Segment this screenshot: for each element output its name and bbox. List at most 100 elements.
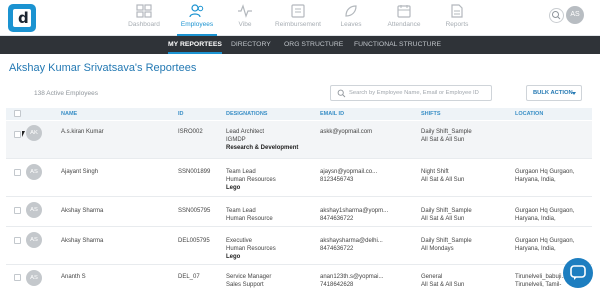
employee-name[interactable]: A.s.kiran Kumar <box>61 128 104 136</box>
nav-label: Vibe <box>238 21 252 28</box>
email-cell: askk@yopmail.com <box>320 128 372 136</box>
sub-navigation: MY REPORTEES DIRECTORY ORG STRUCTURE FUN… <box>0 36 600 54</box>
location-cell: Gurgaon Hq Gurgaon, Haryana, India, <box>515 207 574 223</box>
nav-item-reports[interactable]: Reports <box>431 4 483 36</box>
location-line: Tirunelveli_babuji... <box>515 274 567 280</box>
avatar: AK <box>26 125 42 141</box>
tab-functional-structure[interactable]: FUNCTIONAL STRUCTURE <box>354 36 441 54</box>
avatar: AS <box>26 270 42 286</box>
vibe-icon <box>238 4 252 18</box>
shift-cell: Daily Shift_Sample All Mondays <box>421 237 472 253</box>
nav-label: Reports <box>445 21 469 28</box>
employees-icon <box>189 4 204 18</box>
email-id[interactable]: akshaysharma@delhi... <box>320 237 383 245</box>
nav-item-dashboard[interactable]: Dashboard <box>118 4 170 36</box>
designation-cell: Lead Architect IGMDP Research & Developm… <box>226 128 298 153</box>
attendance-icon <box>397 5 411 18</box>
chevron-down-icon <box>572 92 576 95</box>
logo-inner: d <box>13 9 31 27</box>
employee-id: ISRO002 <box>178 129 203 135</box>
designation-department: Human Resources <box>226 177 276 184</box>
column-header-location[interactable]: LOCATION <box>515 108 543 120</box>
email-id[interactable]: askk@yopmail.com <box>320 128 372 136</box>
designation-unit: Lego <box>226 254 241 261</box>
logo[interactable]: d <box>8 4 36 32</box>
location-line: Gurgaon Hq Gurgaon, <box>515 169 575 175</box>
table-row[interactable]: AS Ananth S DEL_07 Service Manager Sales… <box>6 266 592 291</box>
designation-department: Human Resources <box>226 246 276 253</box>
bulk-action-button[interactable]: BULK ACTION <box>526 85 582 101</box>
location-cell: Gurgaon Hq Gurgaon, Haryana, India, <box>515 168 574 184</box>
tab-my-reportees[interactable]: MY REPORTEES <box>168 36 222 54</box>
row-checkbox[interactable] <box>14 169 21 176</box>
row-checkbox[interactable] <box>14 207 21 214</box>
nav-item-vibe[interactable]: Vibe <box>219 4 271 36</box>
email-id[interactable]: akshay1sharma@yopm... <box>320 207 388 215</box>
nav-item-attendance[interactable]: Attendance <box>378 4 430 36</box>
shift-cell: Night Shift All Sat & All Sun <box>421 168 464 184</box>
location-line: Tirunelveli, Tamil- <box>515 282 562 289</box>
employee-id: DEL005795 <box>178 238 210 244</box>
shift-name: Daily Shift_Sample <box>421 208 472 214</box>
employee-name[interactable]: Ajayant Singh <box>61 168 98 176</box>
designation-department: IGMDP <box>226 137 246 144</box>
tab-directory[interactable]: DIRECTORY <box>231 36 271 54</box>
shift-cell: General All Sat & All Sun <box>421 273 464 289</box>
search-icon <box>337 89 346 98</box>
global-search-button[interactable] <box>549 8 564 23</box>
shift-name: General <box>421 274 443 280</box>
designation-title: Team Lead <box>226 208 256 214</box>
select-all-checkbox[interactable] <box>14 110 21 117</box>
user-avatar[interactable]: AS <box>566 6 584 24</box>
designation-department: Human Resource <box>226 216 273 223</box>
column-header-id[interactable]: ID <box>178 108 184 120</box>
nav-item-leaves[interactable]: Leaves <box>325 4 377 36</box>
row-checkbox[interactable] <box>14 131 21 138</box>
nav-label: Reimbursement <box>275 21 321 28</box>
location-line: Haryana, India, <box>515 177 556 184</box>
column-header-designations[interactable]: DESIGNATIONS <box>226 108 267 120</box>
employee-id: DEL_07 <box>178 274 200 280</box>
table-row[interactable]: AS Akshay Sharma DEL005795 Executive Hum… <box>6 228 592 265</box>
nav-item-reimbursement[interactable]: Reimbursement <box>272 4 324 36</box>
employee-name[interactable]: Ananth S <box>61 273 86 281</box>
dashboard-icon <box>136 4 152 18</box>
tab-org-structure[interactable]: ORG STRUCTURE <box>284 36 343 54</box>
table-row[interactable]: AS Akshay Sharma SSN005795 Team Lead Hum… <box>6 198 592 227</box>
shift-cell: Daily Shift_Sample All Sat & All Sun <box>421 207 472 223</box>
location-line: Haryana, India, <box>515 216 556 223</box>
nav-label: Employees <box>180 21 214 28</box>
column-header-email[interactable]: EMAIL ID <box>320 108 344 120</box>
nav-item-employees[interactable]: Employees <box>171 4 223 36</box>
email-cell: akshaysharma@delhi... 8474636722 <box>320 237 383 253</box>
employee-id: SSN001899 <box>178 169 211 175</box>
email-id[interactable]: anan123th.s@yopmai... <box>320 273 383 281</box>
location-line: Gurgaon Hq Gurgaon, <box>515 238 575 244</box>
search-input[interactable] <box>349 87 489 99</box>
row-checkbox[interactable] <box>14 237 21 244</box>
shift-cell: Daily Shift_Sample All Sat & All Sun <box>421 128 472 144</box>
active-employee-count: 138 Active Employees <box>34 90 98 97</box>
designation-cell: Team Lead Human Resources Lego <box>226 168 276 193</box>
designation-cell: Team Lead Human Resource <box>226 207 273 223</box>
location-line: Haryana, India, <box>515 246 556 253</box>
email-id[interactable]: ajaysn@yopmail.co... <box>320 168 377 176</box>
employee-search[interactable] <box>330 85 492 101</box>
shift-weekoff: All Sat & All Sun <box>421 137 465 144</box>
employee-name[interactable]: Akshay Sharma <box>61 207 103 215</box>
table-row[interactable]: AK A.s.kiran Kumar ISRO002 Lead Architec… <box>6 121 592 159</box>
shift-weekoff: All Sat & All Sun <box>421 177 465 184</box>
bulk-action-label: BULK ACTION <box>533 90 573 96</box>
location-cell: Gurgaon Hq Gurgaon, Haryana, India, <box>515 237 574 253</box>
column-header-shifts[interactable]: SHIFTS <box>421 108 441 120</box>
employee-name[interactable]: Akshay Sharma <box>61 237 103 245</box>
column-header-name[interactable]: NAME <box>61 108 77 120</box>
chat-support-button[interactable] <box>563 258 593 288</box>
shift-weekoff: All Mondays <box>421 246 454 253</box>
table-row[interactable]: AS Ajayant Singh SSN001899 Team Lead Hum… <box>6 160 592 197</box>
phone-number: 8474636722 <box>320 216 354 223</box>
employee-id: SSN005795 <box>178 208 211 214</box>
row-checkbox[interactable] <box>14 274 21 281</box>
nav-label: Leaves <box>340 21 362 28</box>
designation-title: Team Lead <box>226 169 256 175</box>
